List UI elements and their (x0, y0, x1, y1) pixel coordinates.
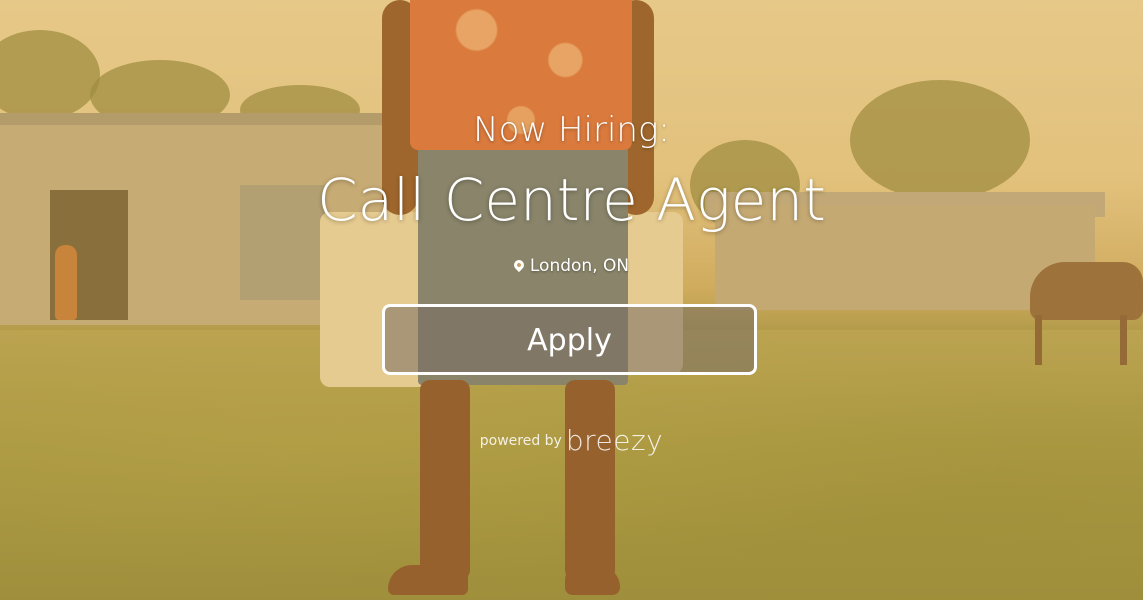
background-photo (0, 0, 1143, 600)
apply-button[interactable]: Apply (382, 304, 757, 375)
now-hiring-label: Now Hiring: (473, 110, 670, 150)
powered-by-breezy[interactable]: powered by breezy (0, 424, 1143, 457)
breezy-logo[interactable]: breezy (566, 424, 663, 457)
job-location: London, ON (0, 254, 1143, 278)
location-text: London, ON (529, 256, 630, 276)
map-marker-icon (511, 257, 526, 273)
powered-by-text: powered by (479, 432, 562, 449)
job-title: Call Centre Agent (317, 166, 826, 234)
color-overlay (0, 0, 1143, 600)
